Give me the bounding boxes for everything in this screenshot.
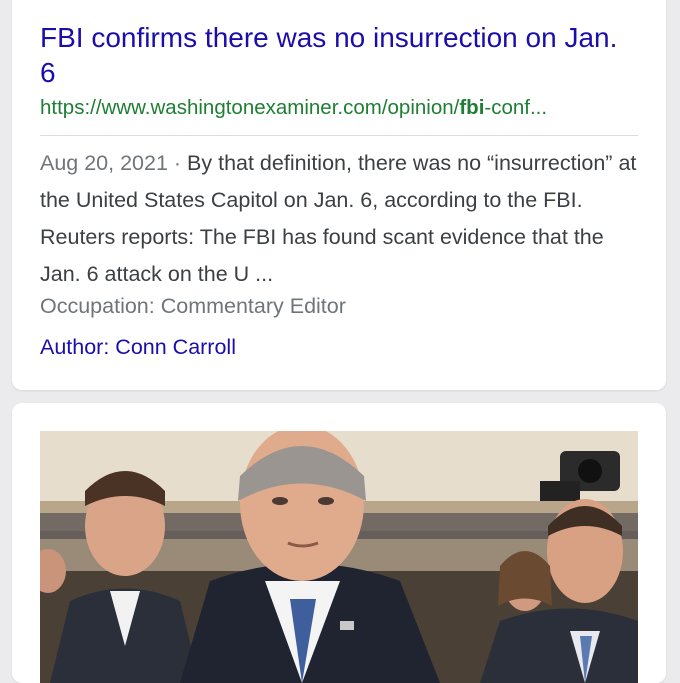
result-title-link[interactable]: FBI confirms there was no insurrection o… xyxy=(40,20,640,90)
url-prefix: https://www.washingtonexaminer.com/opini… xyxy=(40,96,460,119)
url-bold-term: fbi xyxy=(459,96,485,119)
result-date: Aug 20, 2021 xyxy=(40,151,168,175)
search-result-card: FBI confirms there was no insurrection o… xyxy=(12,0,666,390)
result-url[interactable]: https://www.washingtonexaminer.com/opini… xyxy=(40,95,640,121)
url-suffix: -conf... xyxy=(484,96,548,119)
news-photo-illustration xyxy=(40,431,638,683)
date-separator: · xyxy=(167,151,188,175)
result-snippet: Aug 20, 2021 · By that definition, there… xyxy=(40,145,646,293)
divider xyxy=(40,135,638,136)
news-photo[interactable] xyxy=(40,431,638,683)
author-occupation: Occupation: Commentary Editor xyxy=(40,294,346,318)
author-link[interactable]: Author: Conn Carroll xyxy=(40,333,236,361)
image-result-card[interactable] xyxy=(12,403,666,683)
